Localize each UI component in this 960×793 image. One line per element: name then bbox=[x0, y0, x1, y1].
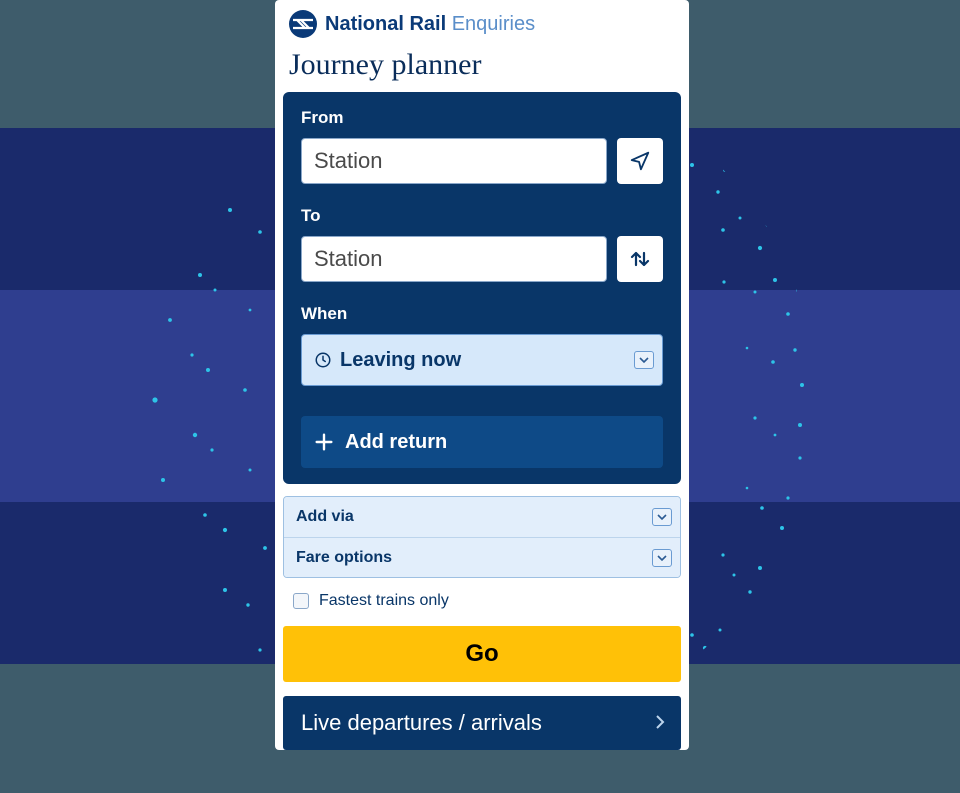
add-via-row[interactable]: Add via bbox=[284, 497, 680, 537]
fare-options-row[interactable]: Fare options bbox=[284, 537, 680, 577]
fare-options-label: Fare options bbox=[296, 549, 392, 567]
brand-light: Enquiries bbox=[452, 13, 535, 35]
chevron-right-icon bbox=[655, 710, 665, 736]
brand-text: National Rail Enquiries bbox=[325, 13, 535, 36]
from-label: From bbox=[301, 108, 663, 128]
chevron-down-icon bbox=[652, 508, 672, 526]
live-departures-button[interactable]: Live departures / arrivals bbox=[283, 696, 681, 750]
header: National Rail Enquiries bbox=[275, 0, 689, 44]
swap-arrows-icon bbox=[628, 247, 652, 271]
options-panel: Add via Fare options bbox=[283, 496, 681, 578]
add-via-label: Add via bbox=[296, 508, 354, 526]
brand-strong: National Rail bbox=[325, 13, 446, 35]
journey-form: From Station To Station When Leaving now bbox=[283, 92, 681, 484]
to-input[interactable]: Station bbox=[301, 236, 607, 282]
locate-button[interactable] bbox=[617, 138, 663, 184]
from-placeholder: Station bbox=[314, 148, 383, 174]
fastest-only-label: Fastest trains only bbox=[319, 592, 449, 610]
go-button[interactable]: Go bbox=[283, 626, 681, 682]
to-placeholder: Station bbox=[314, 246, 383, 272]
page-title: Journey planner bbox=[275, 44, 689, 92]
to-label: To bbox=[301, 206, 663, 226]
nr-logo-icon bbox=[289, 10, 317, 38]
phone-frame: National Rail Enquiries Journey planner … bbox=[275, 0, 689, 750]
clock-icon bbox=[314, 351, 332, 369]
fastest-only-checkbox[interactable] bbox=[293, 593, 309, 609]
chevron-down-icon bbox=[652, 549, 672, 567]
go-label: Go bbox=[465, 640, 498, 668]
when-label: When bbox=[301, 304, 663, 324]
swap-button[interactable] bbox=[617, 236, 663, 282]
from-input[interactable]: Station bbox=[301, 138, 607, 184]
live-departures-label: Live departures / arrivals bbox=[301, 710, 542, 736]
chevron-down-icon bbox=[634, 351, 654, 369]
add-return-button[interactable]: Add return bbox=[301, 416, 663, 468]
when-button[interactable]: Leaving now bbox=[301, 334, 663, 386]
location-arrow-icon bbox=[629, 150, 651, 172]
when-value: Leaving now bbox=[340, 349, 461, 372]
fastest-only-row[interactable]: Fastest trains only bbox=[275, 578, 689, 626]
plus-icon bbox=[313, 431, 335, 453]
add-return-label: Add return bbox=[345, 431, 447, 454]
